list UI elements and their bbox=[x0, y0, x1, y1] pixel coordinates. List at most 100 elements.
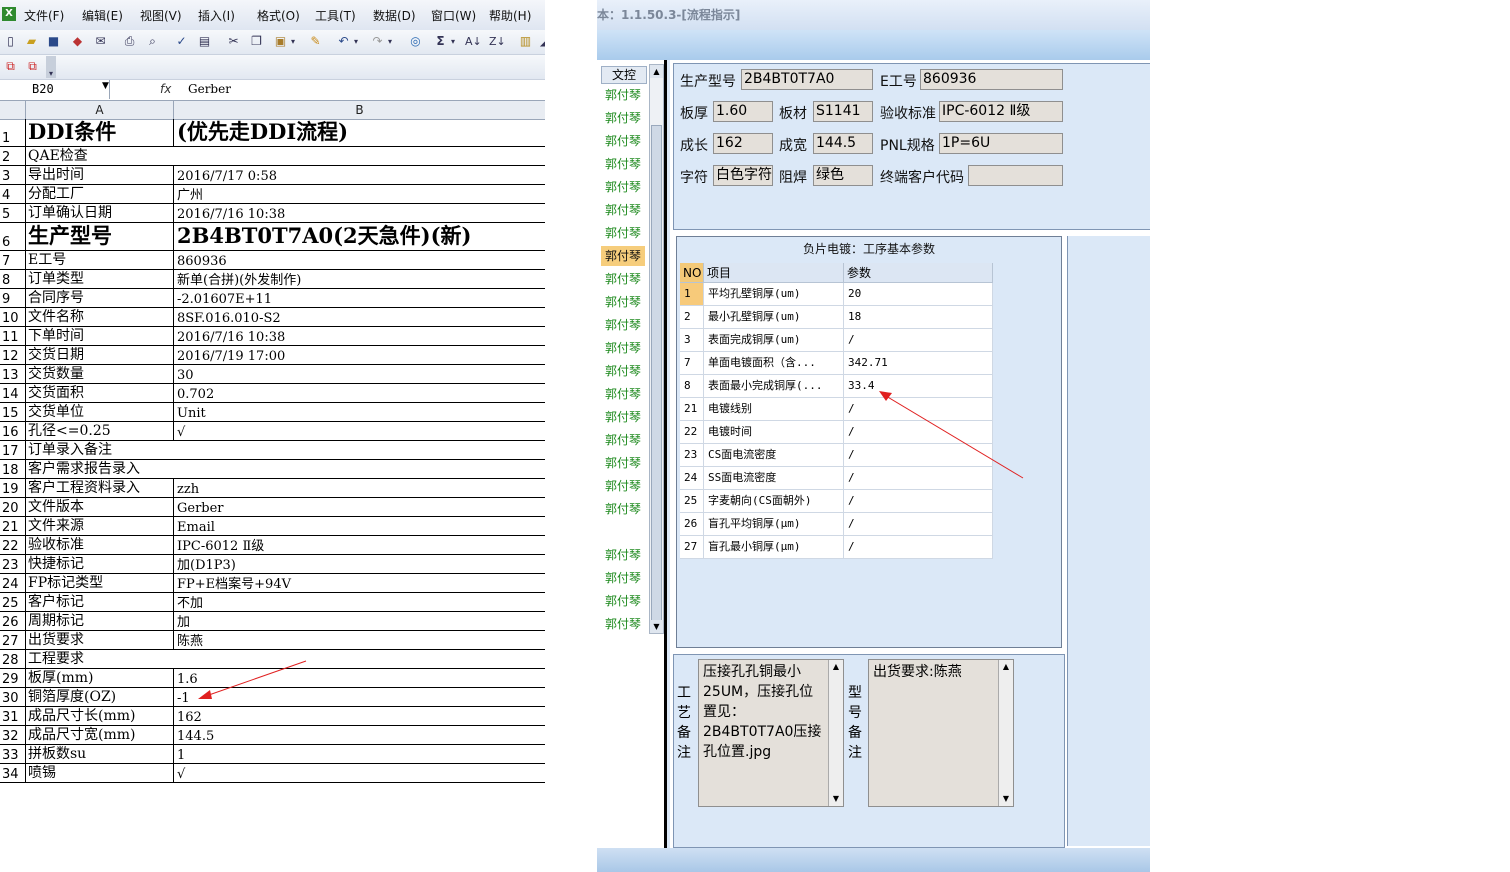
cell-b[interactable]: -2.01607E+11 bbox=[174, 289, 545, 307]
scroll-down-icon[interactable]: ▼ bbox=[829, 792, 843, 806]
cell-a[interactable]: 孔径<=0.25 bbox=[26, 422, 174, 440]
table-row[interactable]: 2 最小孔壁铜厚(um) 18 bbox=[680, 306, 993, 329]
cell-b[interactable] bbox=[174, 460, 545, 478]
row-value[interactable]: / bbox=[844, 421, 993, 443]
row-header[interactable]: 25 bbox=[0, 593, 26, 611]
cell-a[interactable]: 合同序号 bbox=[26, 289, 174, 307]
table-row[interactable]: 25 字麦朝向(CS面朝外) / bbox=[680, 490, 993, 513]
cell-b[interactable]: 加 bbox=[174, 612, 545, 630]
cell-a[interactable]: 喷锡 bbox=[26, 764, 174, 782]
list-scrollbar[interactable]: ▲ ▼ bbox=[649, 64, 664, 634]
open-icon[interactable]: ▰ bbox=[24, 34, 39, 49]
research-icon[interactable]: ▤ bbox=[197, 34, 212, 49]
paste-icon[interactable]: ▣ bbox=[273, 34, 288, 49]
row-header[interactable]: 24 bbox=[0, 574, 26, 592]
cell-b[interactable]: 2016/7/17 0:58 bbox=[174, 166, 545, 184]
cell-a[interactable]: 交货面积 bbox=[26, 384, 174, 402]
list-item[interactable]: 郭付琴 bbox=[601, 131, 645, 151]
pdf-email-icon[interactable]: ⧉ bbox=[25, 59, 40, 74]
table-row[interactable]: 1 平均孔壁铜厚(um) 20 bbox=[680, 283, 993, 306]
row-header[interactable]: 13 bbox=[0, 365, 26, 383]
menu-tools[interactable]: 工具(T) bbox=[315, 7, 356, 24]
scroll-thumb[interactable] bbox=[651, 125, 662, 625]
table-row[interactable]: 21 电镀线别 / bbox=[680, 398, 993, 421]
cell-a[interactable]: 订单类型 bbox=[26, 270, 174, 288]
row-header[interactable]: 12 bbox=[0, 346, 26, 364]
row-header[interactable]: 19 bbox=[0, 479, 26, 497]
cell-b[interactable]: 162 bbox=[174, 707, 545, 725]
cell-a[interactable]: 文件来源 bbox=[26, 517, 174, 535]
undo-icon[interactable]: ↶ bbox=[336, 34, 351, 49]
cell-b[interactable] bbox=[174, 650, 545, 668]
cell-b[interactable]: √ bbox=[174, 422, 545, 440]
cell-b[interactable]: -1 bbox=[174, 688, 545, 706]
row-header[interactable]: 21 bbox=[0, 517, 26, 535]
menu-file[interactable]: 文件(F) bbox=[24, 7, 64, 24]
row-header[interactable]: 5 bbox=[0, 204, 26, 222]
list-item[interactable]: 郭付琴 bbox=[601, 154, 645, 174]
cell-b[interactable]: 2B4BT0T7A0(2天急件)(新) bbox=[174, 223, 545, 250]
cell-b[interactable]: Email bbox=[174, 517, 545, 535]
scroll-down-icon[interactable]: ▼ bbox=[650, 620, 663, 633]
list-item[interactable]: 郭付琴 bbox=[601, 407, 645, 427]
list-item[interactable]: 郭付琴 bbox=[601, 614, 645, 634]
cell-b[interactable]: 广州 bbox=[174, 185, 545, 203]
table-row[interactable]: 7 单面电镀面积（含... 342.71 bbox=[680, 352, 993, 375]
format-painter-icon[interactable]: ✎ bbox=[308, 34, 323, 49]
cell-b[interactable]: 不加 bbox=[174, 593, 545, 611]
list-item[interactable]: 郭付琴 bbox=[601, 108, 645, 128]
row-header[interactable]: 3 bbox=[0, 166, 26, 184]
row-value[interactable]: / bbox=[844, 398, 993, 420]
redo-dropdown-icon[interactable]: ▾ bbox=[386, 34, 394, 49]
row-value[interactable]: / bbox=[844, 329, 993, 351]
row-value[interactable]: / bbox=[844, 513, 993, 535]
cell-a[interactable]: 客户标记 bbox=[26, 593, 174, 611]
row-header[interactable]: 18 bbox=[0, 460, 26, 478]
pdf-convert-icon[interactable]: ⧉ bbox=[3, 59, 18, 74]
cell-a[interactable]: E工号 bbox=[26, 251, 174, 269]
list-item[interactable]: 郭付琴 bbox=[601, 246, 645, 266]
row-header[interactable]: 9 bbox=[0, 289, 26, 307]
row-header[interactable]: 22 bbox=[0, 536, 26, 554]
cell-a[interactable]: 成品尺寸长(mm) bbox=[26, 707, 174, 725]
list-item[interactable]: 郭付琴 bbox=[601, 384, 645, 404]
cell-a[interactable]: 文件名称 bbox=[26, 308, 174, 326]
table-row[interactable]: 3 表面完成铜厚(um) / bbox=[680, 329, 993, 352]
chart-wizard-icon[interactable]: ▥ bbox=[518, 34, 533, 49]
row-header[interactable]: 8 bbox=[0, 270, 26, 288]
undo-dropdown-icon[interactable]: ▾ bbox=[352, 34, 360, 49]
list-item[interactable]: 郭付琴 bbox=[601, 545, 645, 565]
row-header[interactable]: 6 bbox=[0, 223, 26, 250]
grid-header-no[interactable]: NO bbox=[680, 263, 704, 283]
row-header[interactable]: 14 bbox=[0, 384, 26, 402]
cell-a[interactable]: 生产型号 bbox=[26, 223, 174, 250]
model-field[interactable]: 2B4BT0T7A0 bbox=[741, 69, 873, 90]
cell-a[interactable]: 工程要求 bbox=[26, 650, 174, 668]
list-item[interactable]: 郭付琴 bbox=[601, 269, 645, 289]
menu-help[interactable]: 帮助(H) bbox=[489, 7, 531, 24]
cell-a[interactable]: 交货日期 bbox=[26, 346, 174, 364]
list-item[interactable]: 郭付琴 bbox=[601, 361, 645, 381]
list-item[interactable]: 郭付琴 bbox=[601, 315, 645, 335]
list-item[interactable]: 郭付琴 bbox=[601, 200, 645, 220]
model-remark-scrollbar[interactable]: ▲ ▼ bbox=[998, 660, 1013, 806]
list-item[interactable]: 郭付琴 bbox=[601, 223, 645, 243]
cell-a[interactable]: FP标记类型 bbox=[26, 574, 174, 592]
cell-a[interactable]: 客户需求报告录入 bbox=[26, 460, 174, 478]
cell-a[interactable]: 文件版本 bbox=[26, 498, 174, 516]
menu-edit[interactable]: 编辑(E) bbox=[82, 7, 123, 24]
autosum-icon[interactable]: Σ bbox=[433, 34, 448, 49]
list-item[interactable] bbox=[601, 522, 645, 542]
row-header[interactable]: 31 bbox=[0, 707, 26, 725]
table-row[interactable]: 22 电镀时间 / bbox=[680, 421, 993, 444]
cell-a[interactable]: QAE检查 bbox=[26, 147, 174, 165]
redo-icon[interactable]: ↷ bbox=[370, 34, 385, 49]
list-item[interactable]: 郭付琴 bbox=[601, 177, 645, 197]
cell-b[interactable]: 2016/7/16 10:38 bbox=[174, 327, 545, 345]
list-item[interactable]: 郭付琴 bbox=[601, 568, 645, 588]
row-value[interactable]: 342.71 bbox=[844, 352, 993, 374]
cell-b[interactable]: 30 bbox=[174, 365, 545, 383]
row-header[interactable]: 15 bbox=[0, 403, 26, 421]
row-value[interactable]: 18 bbox=[844, 306, 993, 328]
scroll-down-icon[interactable]: ▼ bbox=[999, 792, 1013, 806]
